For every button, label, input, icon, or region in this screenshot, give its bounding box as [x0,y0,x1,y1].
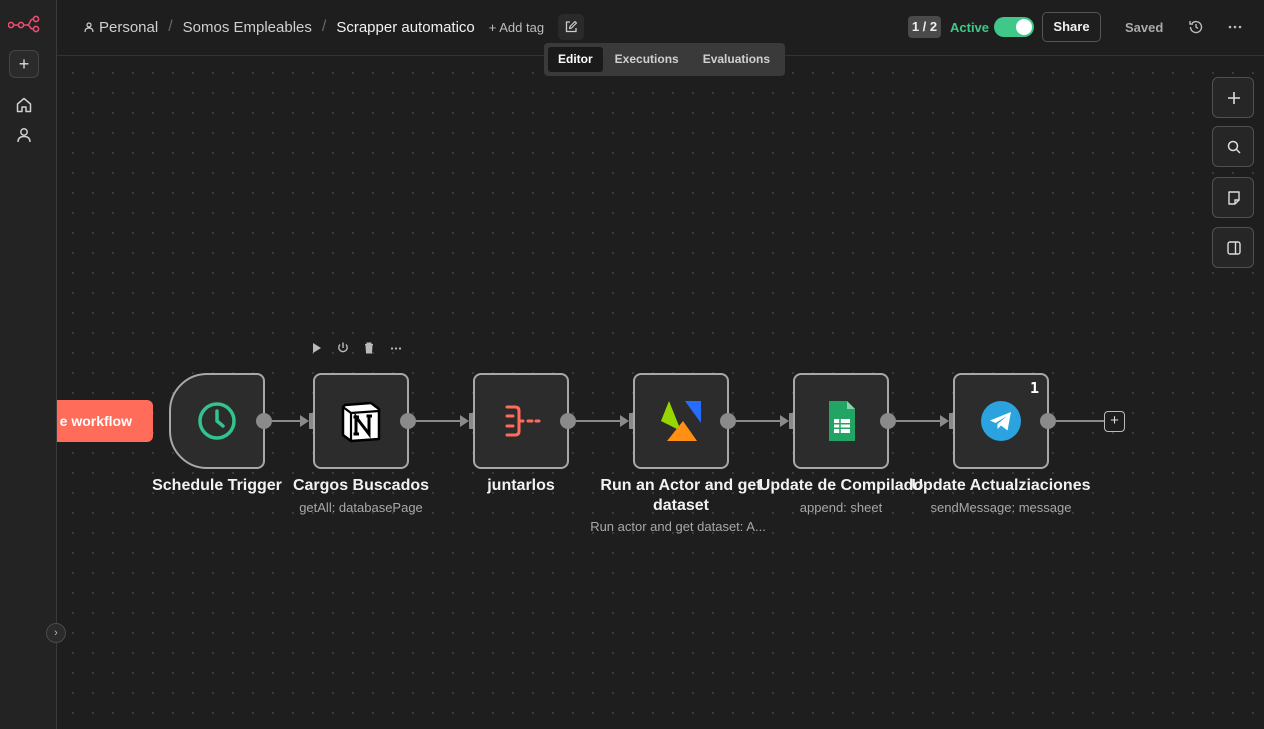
sticky-note-icon [1228,191,1240,205]
breadcrumb: Personal / Somos Empleables / Scrapper a… [83,18,544,36]
add-next-node-button[interactable]: + [1104,411,1125,432]
node-title: juntarlos [487,477,555,494]
connection[interactable] [272,420,300,422]
view-tabs: Editor Executions Evaluations [544,43,785,76]
output-port[interactable] [720,413,736,429]
node-schedule-trigger[interactable] [169,373,265,469]
node-toolbar [313,342,402,354]
merge-icon [505,405,541,437]
node-title: Update de Compilado [758,477,924,494]
google-sheets-icon [829,401,855,441]
active-toggle[interactable] [994,17,1034,37]
node-update-actualizaciones[interactable]: 1 [953,373,1049,469]
saved-status: Saved [1125,20,1164,35]
tab-executions[interactable]: Executions [603,47,691,72]
edit-icon [565,20,578,33]
apify-icon [661,401,701,441]
add-node-button[interactable] [1212,77,1254,118]
sticky-note-button[interactable] [1212,177,1254,218]
user-icon [84,22,94,33]
active-label: Active [950,20,990,35]
connection-arrow [940,415,949,427]
more-options-icon[interactable] [1226,18,1244,36]
version-counter[interactable]: 1 / 2 [908,16,941,38]
connection[interactable] [576,420,620,422]
run-count-badge: 1 [1029,379,1039,397]
workflow-name[interactable]: Scrapper automatico [336,19,474,36]
output-port[interactable] [880,413,896,429]
notion-icon [341,401,381,443]
history-icon[interactable] [1187,18,1205,36]
plus-icon [1228,92,1240,104]
home-icon[interactable] [14,95,34,115]
user-icon[interactable] [14,125,34,145]
output-port[interactable] [400,413,416,429]
node-title: Update Actualziaciones [911,477,1091,494]
toggle-panel-button[interactable] [1212,227,1254,268]
add-tag-button[interactable]: + Add tag [489,20,544,35]
connection[interactable] [416,420,460,422]
tab-evaluations[interactable]: Evaluations [691,47,782,72]
node-subtitle: getAll: databasePage [299,500,423,515]
edit-description-button[interactable] [558,14,584,40]
node-run-actor[interactable] [633,373,729,469]
node-update-compilado[interactable] [793,373,889,469]
left-sidebar: + [0,0,57,729]
node-title: Cargos Buscados [292,477,430,494]
share-button[interactable]: Share [1042,12,1101,42]
connection-arrow [780,415,789,427]
connection[interactable] [1056,420,1104,422]
connection[interactable] [896,420,940,422]
output-port[interactable] [560,413,576,429]
n8n-logo-icon[interactable] [8,14,40,34]
search-nodes-button[interactable] [1212,126,1254,167]
clock-icon [198,402,236,440]
panel-icon [1227,241,1241,255]
trash-icon [365,342,373,354]
execute-workflow-button[interactable]: e workflow [57,400,153,442]
node-cargos-buscados[interactable] [313,373,409,469]
connection-arrow [300,415,309,427]
breadcrumb-project[interactable]: Somos Empleables [183,19,312,36]
connection-arrow [620,415,629,427]
play-icon [313,343,321,353]
tab-editor[interactable]: Editor [548,47,603,72]
node-subtitle: Run actor and get dataset: A... [590,519,766,534]
breadcrumb-owner[interactable]: Personal [99,19,158,36]
telegram-icon [981,401,1021,441]
search-icon [1227,140,1241,154]
connection[interactable] [736,420,780,422]
node-subtitle: sendMessage: message [930,500,1072,515]
more-icon [390,347,402,350]
output-port[interactable] [256,413,272,429]
power-icon [338,342,348,353]
breadcrumb-separator: / [321,18,327,35]
expand-sidebar-button[interactable]: › [46,623,66,643]
create-button[interactable]: + [9,50,39,78]
connection-arrow [460,415,469,427]
output-port[interactable] [1040,413,1056,429]
toggle-knob [1016,19,1032,35]
breadcrumb-separator: / [168,18,173,35]
node-juntarlos[interactable] [473,373,569,469]
